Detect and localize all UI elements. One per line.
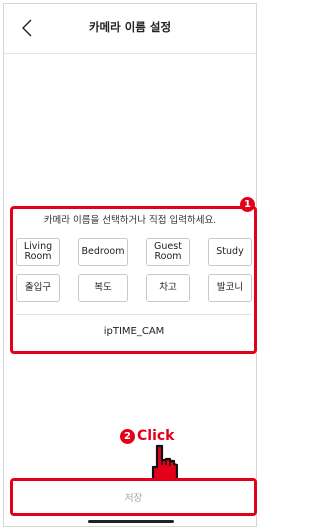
preset-entrance[interactable]: 출입구 [16,274,60,302]
preset-garage[interactable]: 차고 [146,274,190,302]
save-button[interactable]: 저장 [13,481,254,513]
preset-living-room[interactable]: Living Room [16,238,60,266]
page-title: 카메라 이름 설정 [88,20,172,34]
step-1-marker: 1 [240,197,255,212]
click-annotation: 2 Click [120,428,174,444]
preset-row-2: 출입구 복도 차고 발코니 [16,274,252,302]
preset-row-1: Living Room Bedroom Guest Room Study [16,238,252,266]
preset-guest-room[interactable]: Guest Room [146,238,190,266]
preset-bedroom[interactable]: Bedroom [78,238,128,266]
preset-study[interactable]: Study [208,238,252,266]
step-2-marker: 2 [120,429,135,444]
preset-hallway[interactable]: 복도 [78,274,128,302]
header: 카메라 이름 설정 [4,4,256,54]
preset-balcony[interactable]: 발코니 [208,274,252,302]
preset-name-grid: Living Room Bedroom Guest Room Study 출입구… [16,212,252,302]
home-indicator [88,520,174,523]
click-label-text: Click [137,428,175,444]
camera-name-field[interactable]: ipTIME_CAM [16,314,252,348]
